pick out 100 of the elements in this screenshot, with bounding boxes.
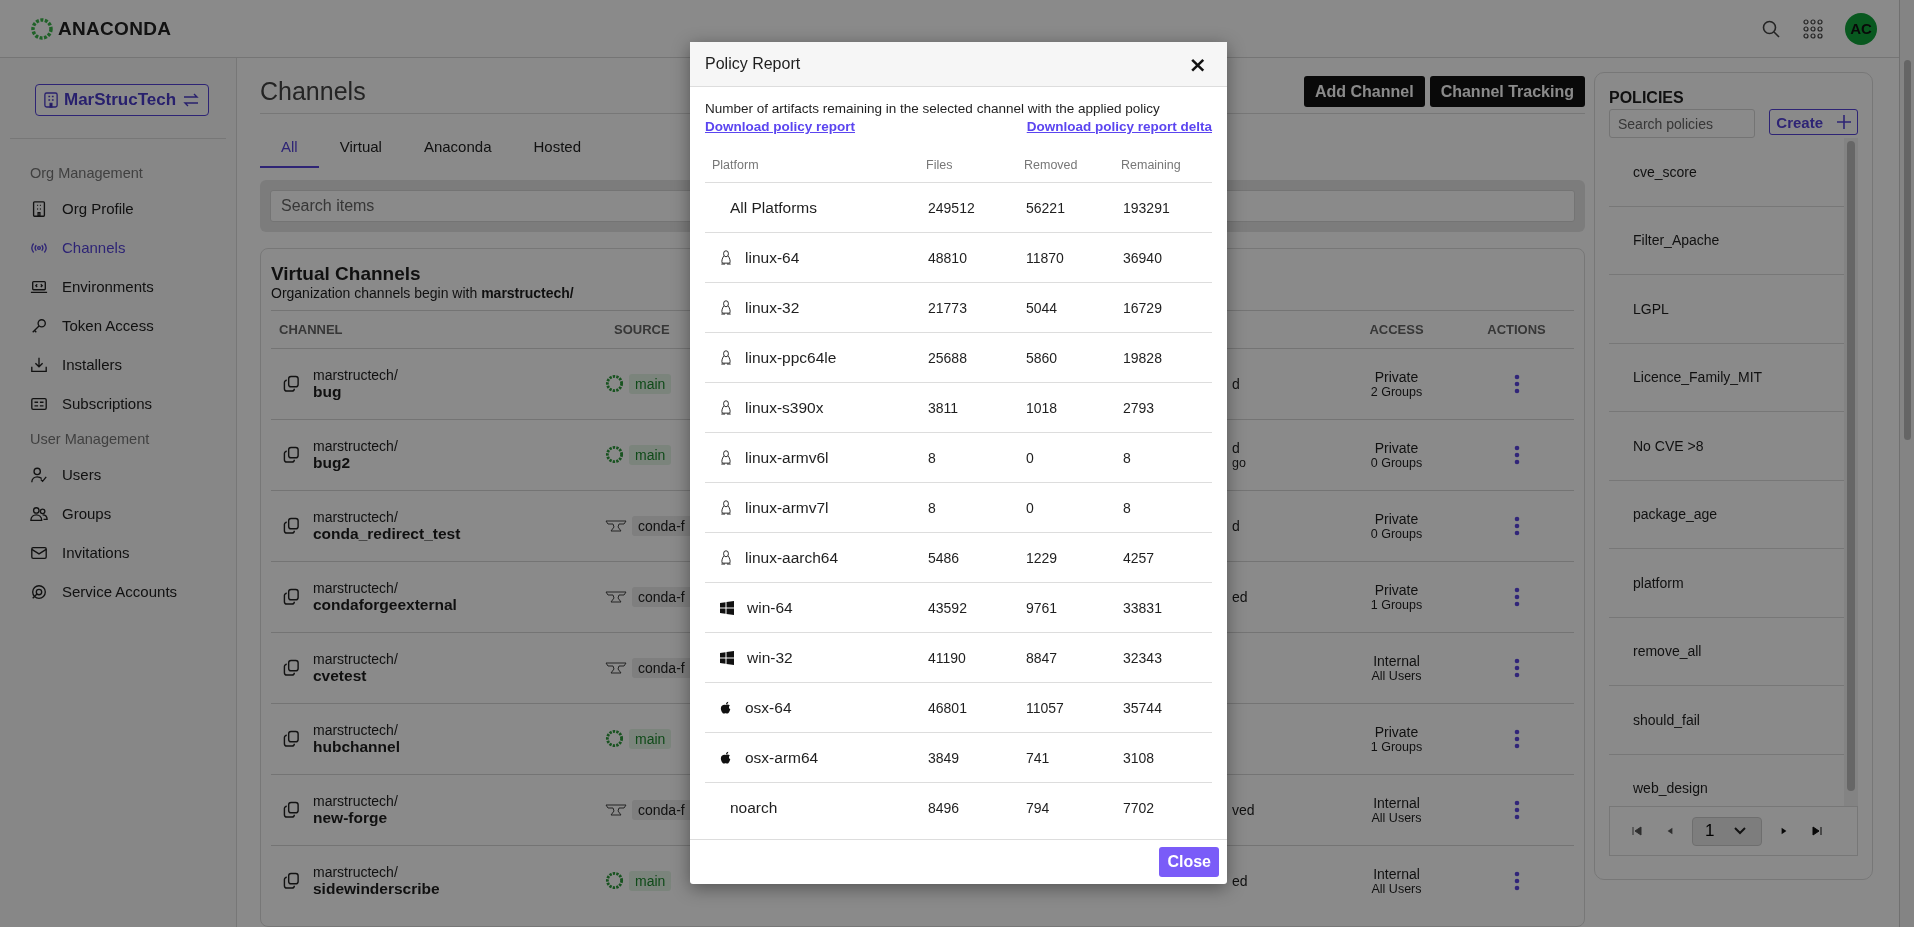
- table-cell-text: 4257: [1122, 549, 1156, 566]
- dialog-description: Number of artifacts remaining in the selected channel with the applied policy: [705, 101, 1161, 116]
- platform-name: All Platforms: [729, 198, 817, 217]
- access-level: Internal: [1373, 866, 1420, 882]
- panel-title: POLICIES: [1609, 89, 1685, 107]
- column-header: CHANNEL: [279, 322, 343, 337]
- access-detail: 2 Groups: [1370, 385, 1423, 399]
- access-detail: 0 Groups: [1370, 456, 1423, 470]
- channel-prefix: marstructech/: [313, 793, 398, 809]
- platform-name: osx-arm64: [744, 748, 819, 767]
- table-cell-text: 48810: [927, 249, 968, 266]
- platform-name: linux-armv7l: [744, 498, 829, 517]
- page-title: Channels: [260, 77, 366, 107]
- platform-name: osx-64: [744, 698, 792, 717]
- column-header: ACTIONS: [1487, 322, 1546, 337]
- access-detail: All Users: [1371, 882, 1422, 896]
- channel-prefix: marstructech/: [313, 367, 398, 383]
- status-text: d: [1232, 518, 1241, 534]
- card-title: Virtual Channels: [271, 263, 421, 285]
- access-level: Internal: [1373, 653, 1420, 669]
- section-title: User Management: [30, 430, 151, 449]
- platform-name: win-64: [746, 598, 793, 617]
- access-level: Private: [1374, 440, 1419, 456]
- logo-text: ANACONDA: [58, 17, 172, 40]
- platform-name: noarch: [729, 798, 778, 817]
- table-cell-text: 3811: [927, 399, 960, 416]
- table-cell-text: 8847: [1025, 649, 1059, 666]
- platform-name: linux-s390x: [744, 398, 824, 417]
- table-cell-text: 249512: [927, 199, 976, 216]
- table-cell-text: 8: [927, 499, 937, 516]
- table-cell-text: 0: [1025, 499, 1035, 516]
- channel-prefix: marstructech/: [313, 864, 399, 880]
- access-detail: 0 Groups: [1370, 527, 1423, 541]
- column-header: SOURCE: [613, 322, 670, 337]
- column-header: Platform: [711, 158, 760, 172]
- platform-name: linux-ppc64le: [744, 348, 837, 367]
- channel-prefix: marstructech/: [313, 438, 398, 454]
- table-cell-text: 741: [1025, 749, 1051, 766]
- access-level: Private: [1374, 724, 1419, 740]
- table-cell-text: 32343: [1122, 649, 1163, 666]
- access-level: Private: [1374, 511, 1419, 527]
- table-cell-text: 3108: [1122, 749, 1156, 766]
- table-cell-text: 25688: [927, 349, 968, 366]
- table-cell-text: 193291: [1122, 199, 1171, 216]
- column-header: Files: [925, 158, 954, 172]
- source-badge: main: [629, 445, 672, 465]
- table-cell-text: 36940: [1122, 249, 1163, 266]
- access-level: Private: [1374, 369, 1419, 385]
- table-cell-text: 8: [927, 449, 937, 466]
- table-cell-text: 794: [1025, 799, 1051, 816]
- access-detail: All Users: [1371, 811, 1422, 825]
- table-cell-text: 16729: [1122, 299, 1163, 316]
- status-text: go: [1232, 456, 1247, 470]
- source-badge: main: [629, 374, 672, 394]
- table-cell-text: 5860: [1025, 349, 1059, 366]
- dialog-title: Policy Report: [705, 55, 801, 73]
- status-text: ed: [1232, 873, 1249, 889]
- table-cell-text: 35744: [1122, 699, 1163, 716]
- table-cell-text: 11057: [1025, 699, 1065, 716]
- platform-name: linux-32: [744, 298, 800, 317]
- source-badge: main: [629, 871, 672, 891]
- column-header: ACCESS: [1369, 322, 1424, 337]
- table-cell-text: 9761: [1025, 599, 1059, 616]
- status-text: d: [1232, 376, 1241, 392]
- table-cell-text: 8496: [927, 799, 961, 816]
- access-level: Internal: [1373, 795, 1420, 811]
- table-cell-text: 5044: [1025, 299, 1059, 316]
- status-text: ved: [1232, 802, 1256, 818]
- table-cell-text: 56221: [1025, 199, 1066, 216]
- platform-name: linux-aarch64: [744, 548, 839, 567]
- channel-prefix: marstructech/: [313, 651, 398, 667]
- table-cell-text: 2793: [1122, 399, 1156, 416]
- table-cell-text: 8: [1122, 499, 1132, 516]
- platform-name: win-32: [746, 648, 793, 667]
- table-cell-text: 19828: [1122, 349, 1163, 366]
- table-cell-text: 21773: [927, 299, 968, 316]
- table-cell-text: 7702: [1122, 799, 1156, 816]
- access-level: Private: [1374, 582, 1419, 598]
- table-cell-text: 5486: [927, 549, 961, 566]
- channel-prefix: marstructech/: [313, 509, 399, 525]
- column-header: Removed: [1023, 158, 1079, 172]
- table-cell-text: 1229: [1025, 549, 1059, 566]
- table-cell-text: 0: [1025, 449, 1035, 466]
- table-cell-text: 43592: [927, 599, 968, 616]
- section-title: Org Management: [30, 164, 144, 183]
- column-header: Remaining: [1120, 158, 1182, 172]
- access-detail: All Users: [1371, 669, 1422, 683]
- table-cell-text: 1018: [1025, 399, 1059, 416]
- platform-name: linux-armv6l: [744, 448, 829, 467]
- channel-prefix: marstructech/: [313, 722, 399, 738]
- card-subtitle: Organization channels begin with marstructech/: [271, 285, 574, 301]
- table-cell-text: 46801: [927, 699, 968, 716]
- source-badge: main: [629, 729, 672, 749]
- status-text: d: [1232, 440, 1241, 456]
- table-cell-text: 41190: [927, 649, 967, 666]
- table-cell-text: 33831: [1122, 599, 1163, 616]
- access-detail: 1 Groups: [1370, 598, 1423, 612]
- table-cell-text: 3849: [927, 749, 961, 766]
- status-text: ed: [1232, 589, 1249, 605]
- platform-name: linux-64: [744, 248, 800, 267]
